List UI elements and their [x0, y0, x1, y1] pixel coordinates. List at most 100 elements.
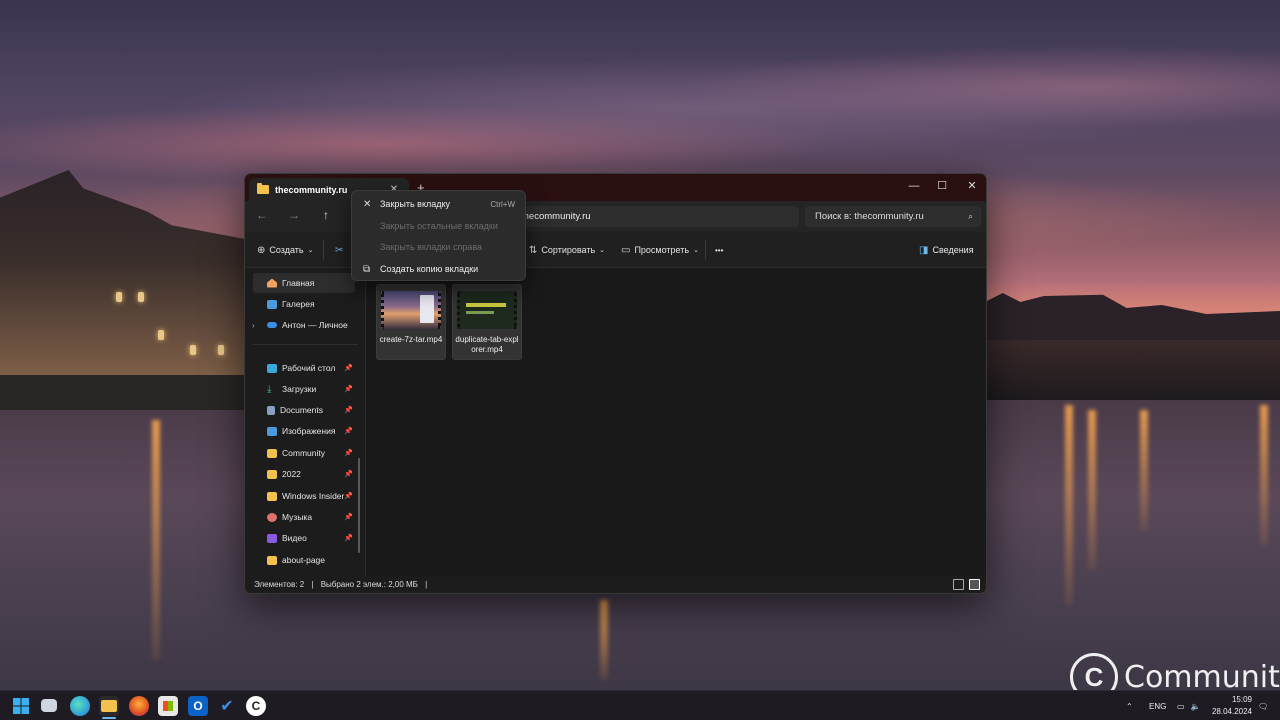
onedrive-icon: [267, 322, 277, 328]
pin-icon: 📌: [344, 407, 353, 414]
pictures-icon: [267, 426, 277, 436]
details-button[interactable]: ◨ Сведения: [919, 242, 974, 258]
large-icons-view-button[interactable]: [969, 579, 980, 590]
plus-circle-icon: ⊕: [257, 244, 266, 256]
address-bar[interactable]: thecommunity.ru: [515, 206, 799, 227]
forward-button[interactable]: →: [285, 208, 303, 224]
sidebar-item-documents[interactable]: Documents 📌: [253, 400, 355, 420]
search-input[interactable]: Поиск в: thecommunity.ru ⌕: [805, 206, 981, 227]
gallery-icon: [267, 299, 277, 309]
pin-icon: 📌: [344, 535, 353, 542]
sidebar-item-downloads[interactable]: ⤓ Загрузки 📌: [253, 379, 355, 399]
up-button[interactable]: ↑: [317, 208, 335, 224]
sidebar-item-community[interactable]: Community 📌: [253, 443, 355, 463]
network-icon: ▭: [1177, 701, 1185, 711]
close-tabs-right-menu-item[interactable]: Закрыть вкладки справа: [356, 237, 521, 257]
close-other-tabs-menu-item[interactable]: Закрыть остальные вкладки: [356, 216, 521, 236]
sort-button[interactable]: ⇅ Сортировать ⌄: [529, 242, 605, 258]
sidebar-item-label: Главная: [282, 278, 315, 288]
notification-icon[interactable]: 🗨: [1258, 691, 1268, 720]
clock-time: 15:09: [1231, 695, 1252, 704]
sidebar-item-music[interactable]: Музыка 📌: [253, 507, 355, 527]
item-count: Элементов: 2: [254, 580, 305, 589]
maximize-button[interactable]: ☐: [927, 177, 957, 195]
download-icon: ⤓: [267, 383, 272, 395]
menu-item-label: Закрыть вкладки справа: [380, 242, 483, 252]
sort-icon: ⇅: [529, 244, 538, 256]
view-button[interactable]: ▭ Просмотреть ⌄: [621, 242, 699, 258]
sidebar-item-2022[interactable]: 2022 📌: [253, 464, 355, 484]
sidebar-item-windows-insider[interactable]: Windows Insider 📌: [253, 486, 355, 506]
chevron-down-icon: ⌄: [599, 247, 606, 254]
music-icon: [267, 512, 277, 522]
sidebar-item-label: about-page: [282, 555, 326, 565]
store-icon[interactable]: [158, 696, 178, 716]
sidebar-item-onedrive[interactable]: › Антон — Личное: [252, 315, 355, 335]
outlook-icon[interactable]: O: [188, 696, 208, 716]
folder-icon: [267, 555, 277, 565]
menu-item-label: Создать копию вкладки: [380, 264, 479, 274]
sidebar-scrollbar[interactable]: [358, 458, 360, 553]
tab-context-menu: ✕ Закрыть вкладку Ctrl+W Закрыть остальн…: [351, 190, 526, 281]
start-button[interactable]: [11, 696, 31, 716]
windows-logo-icon: [13, 698, 29, 714]
firefox-icon[interactable]: [129, 696, 149, 716]
sidebar-item-about-page[interactable]: about-page: [253, 550, 355, 570]
pin-icon: 📌: [344, 471, 353, 478]
sidebar-item-video[interactable]: Видео 📌: [253, 528, 355, 548]
shortcut-label: Ctrl+W: [490, 199, 515, 209]
video-thumbnail: [457, 291, 517, 329]
details-pane-icon: ◨: [919, 244, 929, 256]
sidebar-item-pictures[interactable]: Изображения 📌: [253, 421, 355, 441]
taskbar: O ✔ C ⌃ ENG ▭ 🔈 15:09 28.04.2024 🗨: [0, 690, 1280, 720]
tray-overflow-button[interactable]: ⌃: [1126, 691, 1133, 720]
sort-label: Сортировать: [541, 245, 596, 255]
language-indicator[interactable]: ENG: [1149, 691, 1166, 720]
sidebar-item-label: Community: [282, 448, 325, 458]
quick-settings-button[interactable]: ▭ 🔈: [1177, 691, 1201, 720]
view-label: Просмотреть: [634, 245, 690, 255]
sidebar-item-label: Рабочий стол: [282, 363, 336, 373]
scissors-icon: ✂: [335, 244, 344, 256]
file-explorer-taskbar-icon[interactable]: [99, 696, 119, 716]
sidebar-item-label: Музыка: [282, 512, 313, 522]
close-tab-menu-item[interactable]: ✕ Закрыть вкладку Ctrl+W: [356, 194, 521, 214]
edge-icon[interactable]: [70, 696, 90, 716]
more-options-button[interactable]: •••: [715, 242, 723, 258]
search-placeholder: Поиск в: thecommunity.ru: [815, 211, 924, 222]
sidebar-item-home[interactable]: Главная: [253, 273, 355, 293]
file-item[interactable]: duplicate-tab-explorer.mp4: [452, 284, 522, 360]
community-app-icon[interactable]: C: [246, 696, 266, 716]
create-label: Создать: [269, 245, 304, 255]
create-button[interactable]: ⊕ Создать ⌄: [257, 242, 313, 258]
sidebar-item-label: Загрузки: [282, 384, 317, 394]
sidebar-item-label: Изображения: [282, 426, 336, 436]
task-view-icon[interactable]: [41, 699, 57, 712]
todo-icon[interactable]: ✔: [217, 696, 237, 716]
details-view-button[interactable]: [953, 579, 964, 590]
pin-icon: 📌: [344, 365, 353, 372]
active-app-indicator: [102, 717, 116, 719]
menu-item-label: Закрыть вкладку: [380, 199, 451, 209]
file-item[interactable]: create-7z-tar.mp4: [376, 284, 446, 360]
minimize-button[interactable]: —: [899, 177, 929, 195]
clock[interactable]: 15:09 28.04.2024: [1212, 694, 1252, 718]
status-bar: Элементов: 2 | Выбрано 2 элем.: 2,00 МБ …: [245, 576, 986, 593]
file-list: create-7z-tar.mp4 duplicate-tab-explorer…: [366, 268, 986, 578]
search-icon: ⌕: [967, 211, 973, 221]
sidebar-item-desktop[interactable]: Рабочий стол 📌: [253, 358, 355, 378]
cut-button[interactable]: ✂: [335, 242, 343, 258]
menu-item-label: Закрыть остальные вкладки: [380, 221, 498, 231]
sidebar-item-label: Антон — Личное: [282, 320, 348, 330]
close-icon: ✕: [363, 198, 372, 210]
pin-icon: 📌: [344, 428, 353, 435]
duplicate-tab-menu-item[interactable]: ⧉ Создать копию вкладки: [356, 259, 521, 279]
pin-icon: 📌: [344, 450, 353, 457]
chevron-right-icon: ›: [252, 320, 255, 330]
close-window-button[interactable]: ✕: [957, 177, 986, 195]
back-button[interactable]: ←: [253, 208, 271, 224]
documents-icon: [267, 405, 275, 415]
sidebar-item-gallery[interactable]: Галерея: [253, 294, 355, 314]
volume-icon: 🔈: [1190, 701, 1201, 711]
video-thumbnail: [381, 291, 441, 329]
